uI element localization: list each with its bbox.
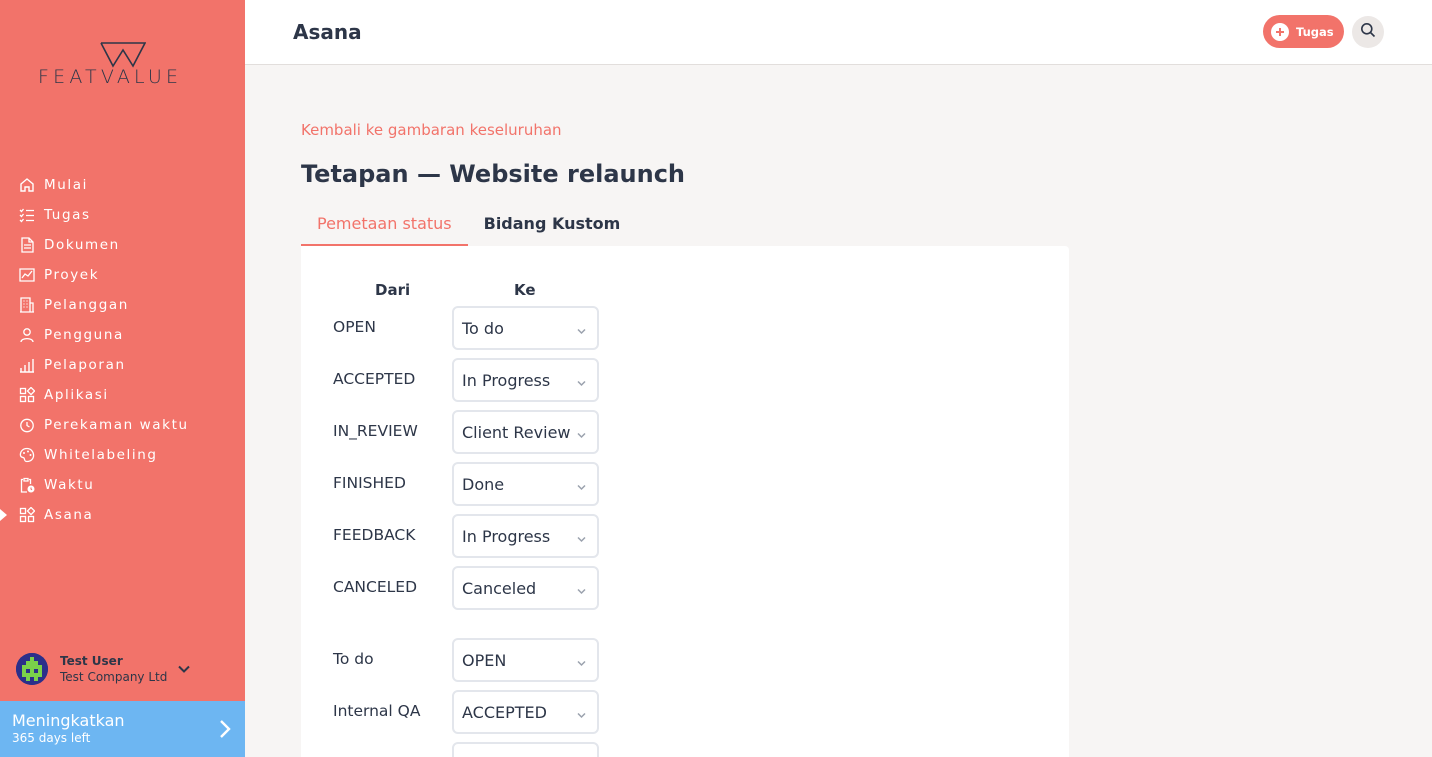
tab-status-mapping[interactable]: Pemetaan status xyxy=(301,206,468,246)
logo-mark-icon xyxy=(100,42,146,68)
add-task-button[interactable]: Tugas xyxy=(1263,15,1344,48)
sidebar-item-pengguna[interactable]: Pengguna xyxy=(0,320,245,350)
chevron-down-icon xyxy=(576,374,587,393)
sidebar-item-proyek[interactable]: Proyek xyxy=(0,260,245,290)
sidebar: FEATVALUE Mulai Tugas Dokumen Proyek Pel… xyxy=(0,0,245,757)
sidebar-item-asana[interactable]: Asana xyxy=(0,500,245,530)
sidebar-item-pelaporan[interactable]: Pelaporan xyxy=(0,350,245,380)
mapping-from-label: IN_REVIEW xyxy=(333,422,418,440)
apps-grid-icon xyxy=(18,507,35,524)
sidebar-item-label: Whitelabeling xyxy=(44,447,158,463)
mapping-from-label: FEEDBACK xyxy=(333,526,416,544)
user-name: Test User xyxy=(60,654,123,668)
sidebar-item-label: Perekaman waktu xyxy=(44,417,189,433)
sidebar-item-label: Pelaporan xyxy=(44,357,126,373)
user-company: Test Company Ltd xyxy=(60,670,168,684)
mapping-to-select[interactable]: Done xyxy=(452,462,599,506)
sidebar-item-label: Aplikasi xyxy=(44,387,109,403)
sidebar-item-mulai[interactable]: Mulai xyxy=(0,170,245,200)
reverse-mapping-from-label: To do xyxy=(333,650,374,668)
chevron-down-icon xyxy=(576,426,587,445)
chevron-down-icon xyxy=(576,530,587,549)
status-mapping-card: Dari Ke OPEN To do ACCEPTED In Progress … xyxy=(301,246,1069,757)
upgrade-days-left: 365 days left xyxy=(12,731,91,745)
chevron-down-icon xyxy=(576,706,587,725)
select-value: Canceled xyxy=(462,578,537,598)
chevron-down-icon xyxy=(576,322,587,341)
upgrade-button[interactable]: Meningkatkan 365 days left xyxy=(0,701,245,757)
search-button[interactable] xyxy=(1352,16,1384,48)
bar-chart-icon xyxy=(18,357,35,374)
sidebar-item-label: Pelanggan xyxy=(44,297,129,313)
select-value: To do xyxy=(462,318,504,338)
mapping-to-select[interactable]: Canceled xyxy=(452,566,599,610)
mapping-to-select[interactable]: To do xyxy=(452,306,599,350)
mapping-to-select[interactable]: In Progress xyxy=(452,358,599,402)
avatar xyxy=(16,653,48,685)
sidebar-item-pelanggan[interactable]: Pelanggan xyxy=(0,290,245,320)
search-icon xyxy=(1360,22,1376,42)
sidebar-item-label: Waktu xyxy=(44,477,95,493)
chevron-down-icon xyxy=(576,582,587,601)
user-icon xyxy=(18,327,35,344)
sidebar-item-label: Pengguna xyxy=(44,327,124,343)
top-header: Asana Tugas xyxy=(245,0,1432,65)
reverse-mapping-to-select[interactable]: ACCEPTED xyxy=(452,690,599,734)
palette-icon xyxy=(18,447,35,464)
sidebar-item-dokumen[interactable]: Dokumen xyxy=(0,230,245,260)
sidebar-item-label: Dokumen xyxy=(44,237,120,253)
sidebar-item-label: Asana xyxy=(44,507,94,523)
chevron-right-icon xyxy=(219,719,231,743)
sidebar-item-label: Proyek xyxy=(44,267,100,283)
header-title: Asana xyxy=(293,20,362,44)
select-value: ACCEPTED xyxy=(462,702,547,722)
mapping-to-select[interactable]: In Progress xyxy=(452,514,599,558)
chevron-down-icon xyxy=(576,478,587,497)
page-title: Tetapan — Website relaunch xyxy=(301,160,686,188)
sidebar-item-label: Tugas xyxy=(44,207,91,223)
tab-custom-fields[interactable]: Bidang Kustom xyxy=(468,206,637,246)
mapping-from-label: ACCEPTED xyxy=(333,370,416,388)
mapping-from-label: OPEN xyxy=(333,318,376,336)
select-value: OPEN xyxy=(462,650,507,670)
select-value: Done xyxy=(462,474,505,494)
select-value: Client Review xyxy=(462,422,571,442)
document-icon xyxy=(18,237,35,254)
chevron-down-icon[interactable] xyxy=(177,662,191,676)
select-value: In Progress xyxy=(462,526,551,546)
logo[interactable]: FEATVALUE xyxy=(38,40,208,90)
plus-icon xyxy=(1271,22,1289,41)
apps-grid-icon xyxy=(18,387,35,404)
tasks-icon xyxy=(18,207,35,224)
reverse-mapping-to-select[interactable]: OPEN xyxy=(452,638,599,682)
sidebar-item-waktu[interactable]: Waktu xyxy=(0,470,245,500)
sidebar-item-label: Mulai xyxy=(44,177,88,193)
project-chart-icon xyxy=(18,267,35,284)
sidebar-nav: Mulai Tugas Dokumen Proyek Pelanggan Pen… xyxy=(0,170,245,530)
chevron-down-icon xyxy=(576,654,587,673)
timer-icon xyxy=(18,417,35,434)
upgrade-title: Meningkatkan xyxy=(12,711,125,730)
mapping-from-label: CANCELED xyxy=(333,578,418,596)
back-to-overview-link[interactable]: Kembali ke gambaran keseluruhan xyxy=(301,121,562,139)
select-value: In Progress xyxy=(462,370,551,390)
column-header-from: Dari xyxy=(375,281,411,299)
sidebar-item-whitelabeling[interactable]: Whitelabeling xyxy=(0,440,245,470)
sidebar-item-aplikasi[interactable]: Aplikasi xyxy=(0,380,245,410)
settings-tabs: Pemetaan status Bidang Kustom xyxy=(301,206,636,246)
reverse-mapping-from-label: Internal QA xyxy=(333,702,421,720)
sidebar-item-tugas[interactable]: Tugas xyxy=(0,200,245,230)
user-menu[interactable]: Test User Test Company Ltd xyxy=(16,652,236,686)
reverse-mapping-to-select[interactable] xyxy=(452,742,599,757)
building-icon xyxy=(18,297,35,314)
column-header-to: Ke xyxy=(514,281,536,299)
mapping-from-label: FINISHED xyxy=(333,474,406,492)
logo-text: FEATVALUE xyxy=(38,66,183,88)
clipboard-clock-icon xyxy=(18,477,35,494)
mapping-to-select[interactable]: Client Review xyxy=(452,410,599,454)
add-task-label: Tugas xyxy=(1296,24,1334,39)
home-icon xyxy=(18,177,35,194)
sidebar-item-perekaman-waktu[interactable]: Perekaman waktu xyxy=(0,410,245,440)
